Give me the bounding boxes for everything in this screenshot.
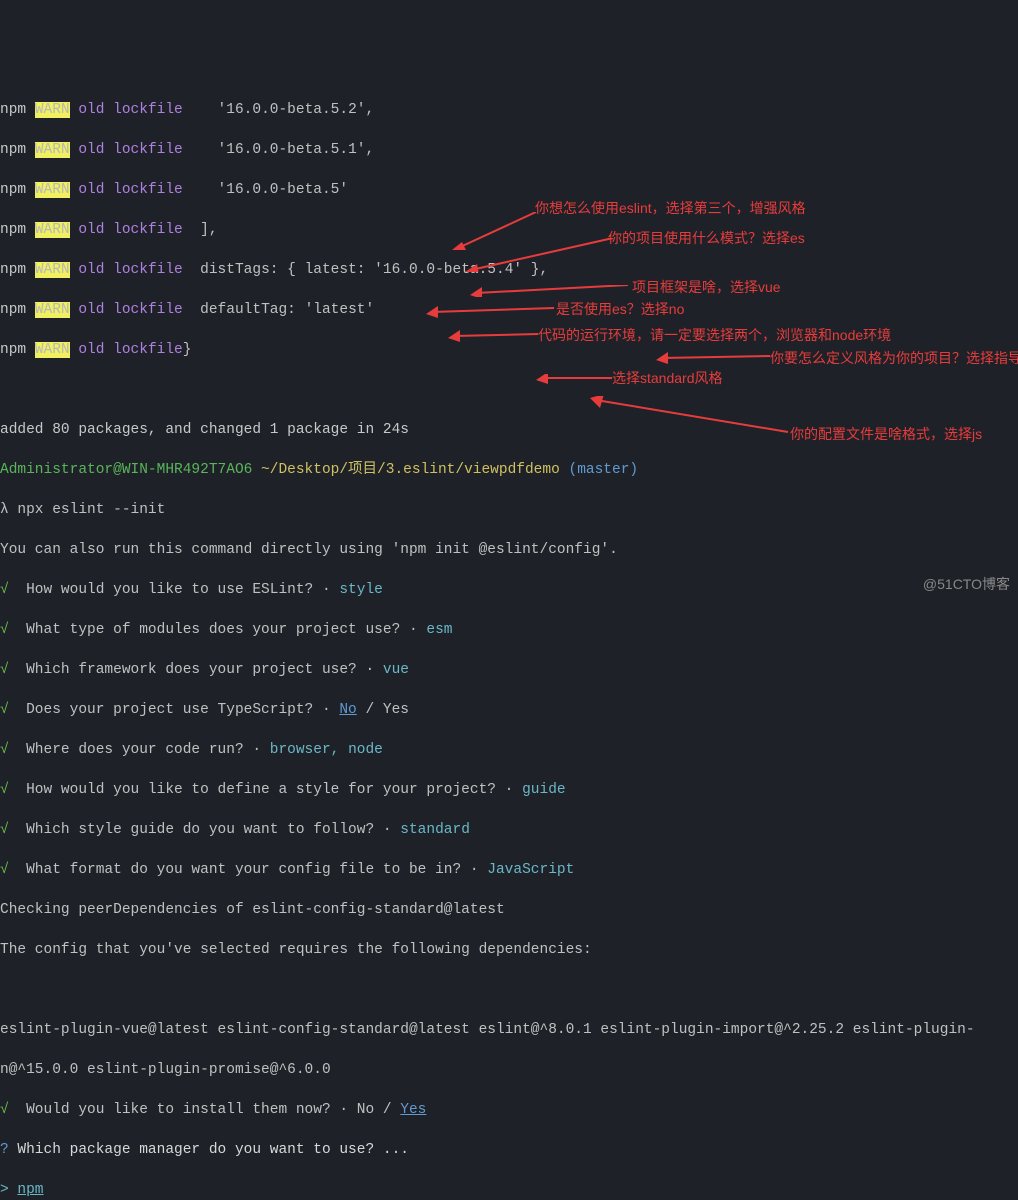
question-line: √ Where does your code run? · browser, n… (0, 740, 1018, 760)
question-line: ? Which package manager do you want to u… (0, 1140, 1018, 1160)
select-option[interactable]: > npm (0, 1180, 1018, 1200)
terminal-output: npm WARN old lockfile '16.0.0-beta.5.2',… (0, 80, 1018, 1200)
status-line: Checking peerDependencies of eslint-conf… (0, 900, 1018, 920)
question-line: √ What type of modules does your project… (0, 620, 1018, 640)
status-line: The config that you've selected requires… (0, 940, 1018, 960)
command-line[interactable]: λ npx eslint --init (0, 500, 1018, 520)
question-line: √ How would you like to use ESLint? · st… (0, 580, 1018, 600)
added-packages: added 80 packages, and changed 1 package… (0, 420, 1018, 440)
question-line: √ Would you like to install them now? · … (0, 1100, 1018, 1120)
warn-line: npm WARN old lockfile '16.0.0-beta.5' (0, 180, 1018, 200)
question-line: √ How would you like to define a style f… (0, 780, 1018, 800)
warn-line: npm WARN old lockfile} (0, 340, 1018, 360)
warn-line: npm WARN old lockfile defaultTag: 'lates… (0, 300, 1018, 320)
deps-line: eslint-plugin-vue@latest eslint-config-s… (0, 1020, 1018, 1040)
watermark: @51CTO博客 (923, 574, 1010, 594)
warn-line: npm WARN old lockfile '16.0.0-beta.5.2', (0, 100, 1018, 120)
question-line: √ Which framework does your project use?… (0, 660, 1018, 680)
question-line: √ Does your project use TypeScript? · No… (0, 700, 1018, 720)
question-line: √ Which style guide do you want to follo… (0, 820, 1018, 840)
deps-line: n@^15.0.0 eslint-plugin-promise@^6.0.0 (0, 1060, 1018, 1080)
question-line: √ What format do you want your config fi… (0, 860, 1018, 880)
warn-line: npm WARN old lockfile '16.0.0-beta.5.1', (0, 140, 1018, 160)
info-line: You can also run this command directly u… (0, 540, 1018, 560)
warn-line: npm WARN old lockfile ], (0, 220, 1018, 240)
warn-line: npm WARN old lockfile distTags: { latest… (0, 260, 1018, 280)
prompt-line: Administrator@WIN-MHR492T7AO6 ~/Desktop/… (0, 460, 1018, 480)
